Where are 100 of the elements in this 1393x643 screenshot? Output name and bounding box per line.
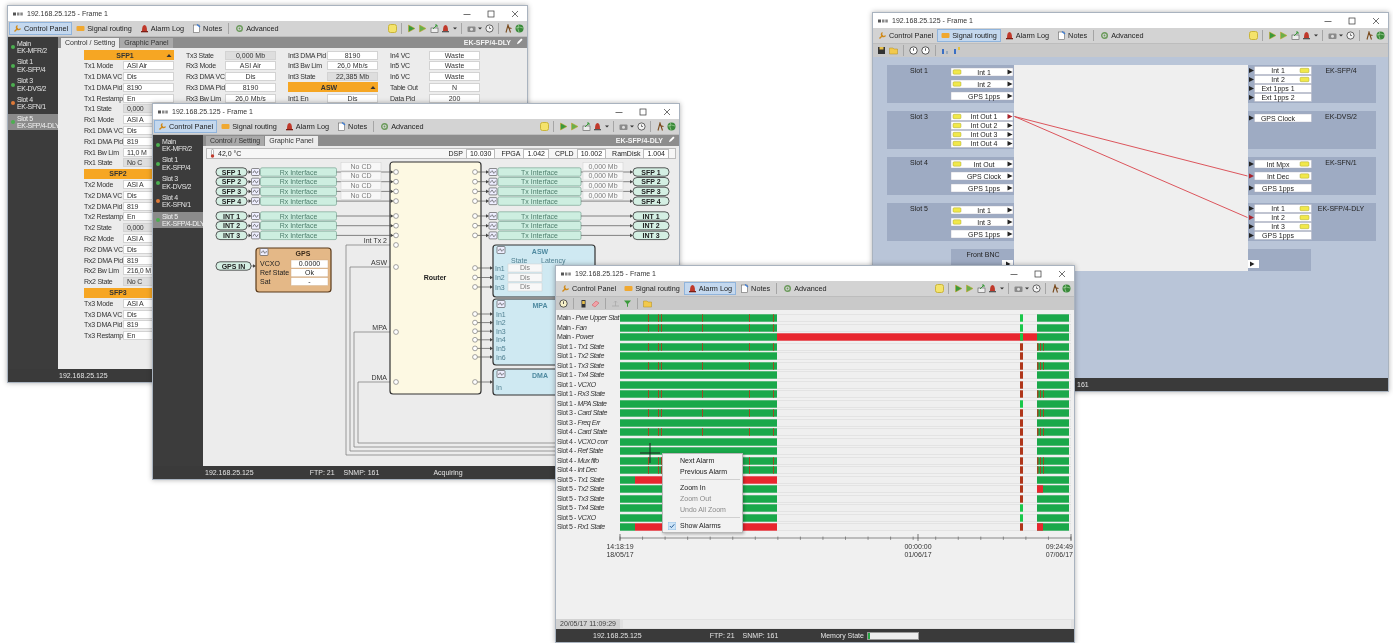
chart-icon[interactable]: [941, 46, 950, 55]
export-icon[interactable]: [581, 122, 591, 131]
chart-icon[interactable]: [953, 46, 962, 55]
routing-icon: [76, 24, 86, 33]
signal-arrow: [336, 199, 394, 203]
dial-icon[interactable]: [1031, 284, 1041, 293]
note-icon: [192, 24, 202, 33]
scope-icon: [488, 187, 498, 196]
figure-icon[interactable]: [655, 122, 665, 131]
scope-icon: [251, 187, 260, 196]
save-icon[interactable]: [877, 46, 886, 55]
signal-arrow: [477, 199, 489, 203]
export-icon[interactable]: [429, 24, 439, 33]
caret-icon[interactable]: [452, 27, 457, 30]
check-icon: [667, 521, 676, 530]
note-icon: [1057, 31, 1067, 40]
scope-icon: [259, 248, 269, 256]
maximize-icon[interactable]: [1034, 269, 1042, 278]
caret-icon[interactable]: [604, 125, 609, 128]
signal-arrow: [477, 275, 493, 280]
note-icon: [740, 284, 750, 293]
signal-arrow: [477, 338, 493, 342]
export-icon[interactable]: [976, 284, 986, 293]
dial-icon[interactable]: [559, 299, 568, 308]
signal-arrow: [336, 223, 394, 228]
bell-icon[interactable]: [988, 284, 997, 293]
globe-icon[interactable]: [515, 24, 524, 33]
signal-arrow: [580, 233, 633, 238]
eraser-icon[interactable]: [591, 299, 600, 308]
signal-arrow: [477, 223, 489, 228]
app-icon: [878, 17, 888, 24]
signal-arrow: [580, 199, 633, 203]
clock-icon[interactable]: [921, 46, 930, 55]
battery-icon[interactable]: [579, 299, 588, 308]
caret-icon[interactable]: [999, 287, 1004, 290]
wrench-icon: [158, 122, 167, 131]
caret-icon[interactable]: [166, 52, 172, 58]
clock-icon[interactable]: [909, 46, 918, 55]
globe-icon[interactable]: [1376, 31, 1385, 40]
app-icon: [158, 108, 168, 115]
caret-icon[interactable]: [1025, 287, 1029, 290]
gear-icon: [1100, 31, 1110, 40]
bell-icon: [687, 284, 697, 293]
signal-arrow: [477, 355, 493, 359]
bell-icon[interactable]: [593, 122, 602, 131]
bell-icon[interactable]: [441, 24, 450, 33]
signal-arrow: [477, 320, 493, 325]
routing-icon: [624, 284, 634, 293]
wrench-icon: [878, 31, 887, 40]
bell-icon: [139, 24, 149, 33]
scope-icon: [251, 221, 260, 230]
maximize-icon[interactable]: [639, 107, 647, 116]
signal-arrow: [477, 189, 489, 194]
wrench-icon: [561, 284, 570, 293]
close-icon[interactable]: [511, 9, 519, 18]
caret-icon[interactable]: [630, 125, 634, 128]
close-icon[interactable]: [663, 107, 671, 116]
app-icon: [561, 270, 571, 277]
filter-icon[interactable]: [623, 299, 632, 308]
app-icon: [13, 10, 23, 17]
caret-icon[interactable]: [1339, 34, 1343, 37]
routing-icon: [941, 31, 951, 40]
signal-arrow: [580, 223, 633, 228]
gear-icon: [783, 284, 793, 293]
globe-icon[interactable]: [667, 122, 676, 131]
scope-icon: [251, 231, 260, 240]
note-icon: [337, 122, 347, 131]
maximize-icon[interactable]: [487, 9, 495, 18]
signal-arrow: [477, 329, 493, 333]
scope-icon: [488, 231, 498, 240]
dial-icon[interactable]: [636, 122, 646, 131]
signal-arrow: [477, 266, 493, 270]
signal-arrow: [477, 179, 489, 184]
signal-arrow: [477, 170, 489, 174]
scope-icon: [496, 370, 506, 378]
signal-arrow: [477, 346, 493, 351]
globe-icon[interactable]: [1062, 284, 1071, 293]
scrollbar[interactable]: [622, 620, 1071, 628]
maximize-icon[interactable]: [1348, 16, 1356, 25]
figure-icon[interactable]: [1050, 284, 1060, 293]
close-icon[interactable]: [1372, 16, 1380, 25]
signal-arrow: [477, 380, 493, 384]
scope-icon: [488, 177, 498, 186]
scope-icon: [488, 221, 498, 230]
export-icon[interactable]: [1290, 31, 1300, 40]
scope-icon: [251, 177, 260, 186]
caret-icon[interactable]: [478, 27, 482, 30]
crosshair-icon: [640, 443, 660, 463]
figure-icon[interactable]: [503, 24, 513, 33]
dial-icon[interactable]: [484, 24, 494, 33]
caret-icon[interactable]: [1313, 34, 1318, 37]
figure-icon[interactable]: [1364, 31, 1374, 40]
scope-icon: [496, 246, 506, 254]
signal-arrow: [336, 233, 394, 238]
bell-icon: [284, 122, 294, 131]
wrench-icon: [13, 24, 22, 33]
bell-icon[interactable]: [1302, 31, 1311, 40]
caret-icon[interactable]: [370, 84, 376, 90]
close-icon[interactable]: [1058, 269, 1066, 278]
dial-icon[interactable]: [1345, 31, 1355, 40]
